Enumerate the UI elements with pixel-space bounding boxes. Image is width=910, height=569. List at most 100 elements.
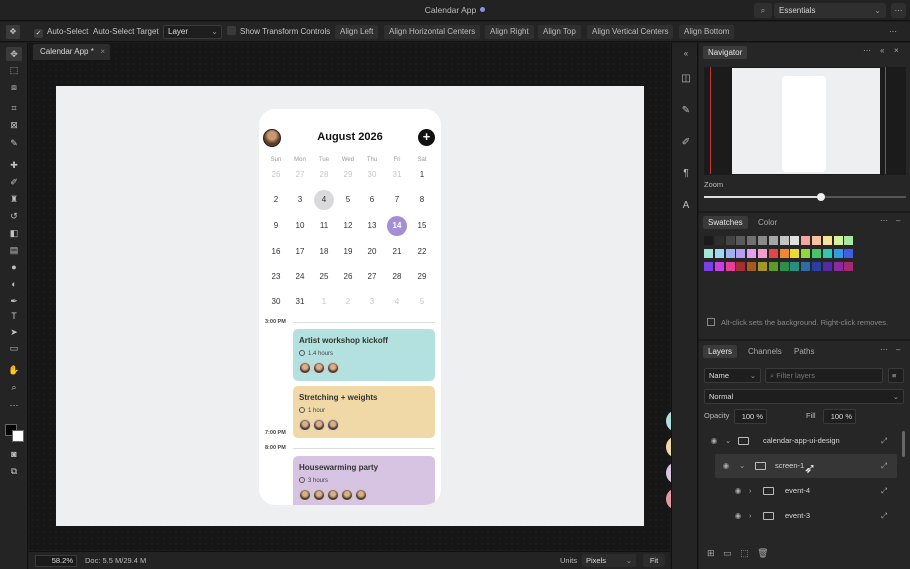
color-swatch[interactable] (714, 249, 724, 258)
color-swatch[interactable] (736, 249, 746, 258)
calendar-day[interactable]: 2 (338, 292, 358, 312)
tab-color[interactable]: Color (753, 216, 782, 229)
link-icon[interactable]: ⤢ (881, 429, 887, 453)
link-icon[interactable]: ⤢ (881, 479, 887, 503)
brushes-icon[interactable]: ✐ (678, 136, 694, 150)
eraser-tool-icon[interactable]: ◧ (6, 226, 22, 240)
filter-layers-input[interactable]: ⌕ Filter layers (765, 368, 883, 383)
properties-icon[interactable]: ◫ (678, 72, 694, 86)
calendar-day[interactable]: 26 (266, 165, 286, 185)
move-tool-icon[interactable]: ✥ (6, 47, 22, 61)
calendar-day[interactable]: 1 (314, 292, 334, 312)
color-swatch[interactable] (747, 236, 757, 245)
stamp-tool-icon[interactable]: ♜ (6, 192, 22, 206)
color-swatch[interactable] (822, 236, 832, 245)
color-swatch[interactable] (790, 236, 800, 245)
color-swatch[interactable] (714, 236, 724, 245)
calendar-day[interactable]: 10 (290, 216, 310, 236)
color-swatch[interactable] (725, 249, 735, 258)
visibility-eye-icon[interactable]: ◉ (731, 504, 745, 528)
calendar-day[interactable]: 4 (314, 190, 334, 210)
color-swatch[interactable] (704, 236, 713, 245)
link-icon[interactable]: ⤢ (881, 504, 887, 528)
color-swatch[interactable] (790, 262, 800, 271)
paragraph-icon[interactable]: ¶ (678, 167, 694, 181)
calendar-day[interactable]: 14 (387, 216, 407, 236)
calendar-day[interactable]: 18 (314, 242, 334, 262)
calendar-day[interactable]: 21 (387, 242, 407, 262)
zoom-level-field[interactable]: 58.2% (35, 555, 77, 567)
navigator-view-frame[interactable] (710, 67, 886, 174)
color-swatch[interactable] (758, 262, 767, 271)
color-swatch[interactable] (704, 262, 713, 271)
document-tab[interactable]: Calendar App * × (33, 44, 110, 60)
calendar-day[interactable]: 17 (290, 242, 310, 262)
marquee-tool-icon[interactable]: ⬚ (6, 63, 22, 77)
calendar-day[interactable]: 3 (362, 292, 382, 312)
event-card[interactable]: Stretching + weights 1 hour (293, 386, 435, 438)
opacity-input[interactable]: 100 % (734, 409, 767, 424)
chevron-right-icon[interactable]: › (749, 504, 752, 528)
layer-row-selected[interactable]: ◉ ⌄ screen-1 ⤢ ➶ (715, 454, 897, 478)
minimize-icon[interactable]: – (896, 345, 901, 354)
hand-tool-icon[interactable]: ✋ (6, 363, 22, 377)
fit-button[interactable]: Fit (643, 554, 665, 567)
zoom-tool-icon[interactable]: ⌕ (6, 380, 22, 394)
frame-tool-icon[interactable]: ⊠ (6, 118, 22, 132)
auto-select-target-select[interactable]: Layer ⌄ (163, 25, 222, 39)
align-horizontal-centers-button[interactable]: Align Horizontal Centers (384, 25, 481, 39)
close-icon[interactable]: × (894, 46, 900, 55)
color-swatch[interactable] (768, 249, 778, 258)
phone-screen[interactable]: August 2026 + 3:00 PM 7:00 PM 8:00 PM Ar… (259, 109, 441, 505)
chevron-down-icon[interactable]: ⌄ (725, 429, 731, 453)
calendar-day[interactable]: 15 (412, 216, 432, 236)
add-event-button[interactable]: + (418, 129, 435, 146)
calendar-day[interactable]: 9 (266, 216, 286, 236)
color-swatch[interactable] (714, 262, 724, 271)
color-swatch[interactable] (779, 249, 789, 258)
blur-tool-icon[interactable]: ● (6, 260, 22, 274)
dodge-tool-icon[interactable]: ◐ (6, 277, 22, 291)
move-tool-icon[interactable]: ✥ (6, 25, 20, 39)
panel-menu-icon[interactable]: ⋯ (863, 46, 872, 55)
calendar-day[interactable]: 5 (412, 292, 432, 312)
more-options-icon[interactable]: ⋯ (889, 25, 897, 39)
color-swatch[interactable] (790, 249, 800, 258)
visibility-eye-icon[interactable]: ◉ (719, 454, 733, 478)
color-swatch[interactable] (833, 236, 843, 245)
tab-layers[interactable]: Layers (703, 345, 738, 358)
chevron-right-icon[interactable]: › (749, 479, 752, 503)
minimize-icon[interactable]: – (896, 216, 901, 225)
color-swatch[interactable] (758, 249, 767, 258)
color-swatch[interactable] (844, 236, 854, 245)
calendar-day[interactable]: 11 (314, 216, 334, 236)
navigator-thumbnail[interactable] (704, 67, 906, 175)
calendar-day[interactable]: 13 (362, 216, 382, 236)
panel-menu-icon[interactable]: ⋯ (880, 345, 889, 354)
color-swatch[interactable] (747, 249, 757, 258)
tab-paths[interactable]: Paths (789, 345, 819, 358)
color-swatch[interactable] (812, 262, 821, 271)
color-swatch[interactable] (801, 236, 811, 245)
calendar-day[interactable]: 3 (290, 190, 310, 210)
color-swatch[interactable] (844, 249, 854, 258)
color-swatch[interactable] (822, 262, 832, 271)
event-card[interactable]: Artist workshop kickoff 1.4 hours (293, 329, 435, 381)
calendar-day[interactable]: 30 (362, 165, 382, 185)
rectangle-tool-icon[interactable]: ▭ (6, 341, 22, 355)
search-icon[interactable]: ⌕ (754, 3, 772, 18)
color-swatch[interactable] (704, 249, 713, 258)
character-icon[interactable]: A (678, 199, 694, 213)
color-swatch[interactable] (736, 262, 746, 271)
calendar-day[interactable]: 30 (266, 292, 286, 312)
gradient-tool-icon[interactable]: ▤ (6, 243, 22, 257)
calendar-day[interactable]: 27 (362, 267, 382, 287)
align-left-button[interactable]: Align Left (335, 25, 379, 39)
color-swatch[interactable] (758, 236, 767, 245)
calendar-day[interactable]: 7 (387, 190, 407, 210)
color-swatch[interactable] (725, 262, 735, 271)
calendar-day[interactable]: 12 (338, 216, 358, 236)
color-swatch[interactable] (779, 262, 789, 271)
background-color-swatch[interactable] (12, 430, 24, 442)
color-swatch[interactable] (747, 262, 757, 271)
